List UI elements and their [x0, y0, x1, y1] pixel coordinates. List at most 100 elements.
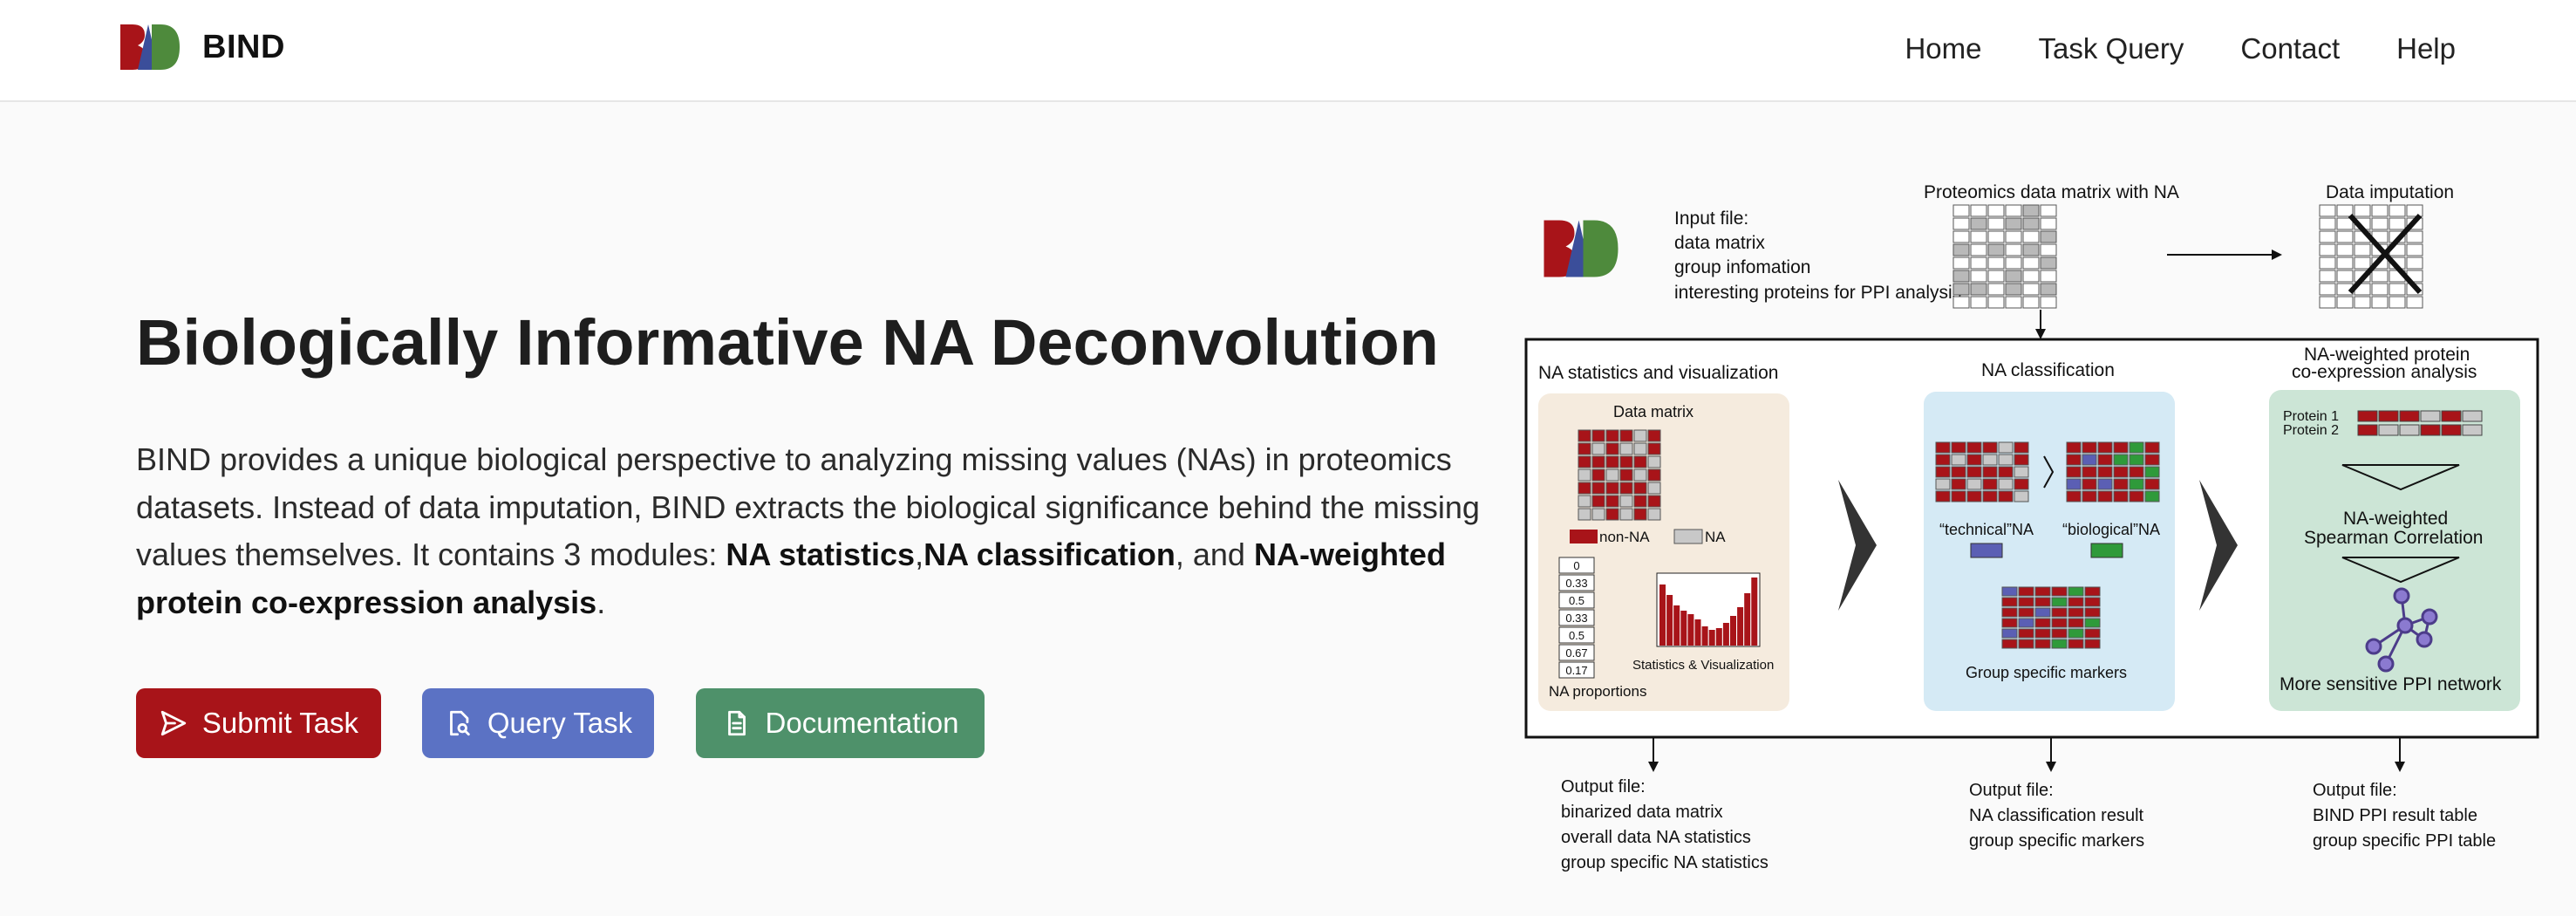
diagram-cell	[1998, 441, 2014, 454]
diagram-cell	[1647, 442, 1661, 455]
na-histogram	[1656, 572, 1761, 647]
diagram-cell	[2441, 410, 2462, 422]
module2-title: NA classification	[1981, 360, 2115, 380]
diagram-cell	[1680, 611, 1687, 646]
diagram-cell	[2354, 243, 2371, 256]
nav-contact[interactable]: Contact	[2240, 24, 2340, 73]
diagram-cell	[1619, 442, 1633, 455]
diagram-cell	[1935, 466, 1951, 478]
diagram-cell	[2034, 586, 2051, 597]
diagram-cell	[2005, 283, 2022, 296]
nav-task-query[interactable]: Task Query	[2039, 24, 2184, 73]
diagram-cell	[2005, 256, 2022, 270]
diagram-cell	[1633, 508, 1647, 521]
diagram-cell	[1737, 607, 1744, 646]
diagram-cell	[2018, 597, 2034, 607]
protein1-label: Protein 1	[2283, 409, 2339, 424]
diagram-cell	[1647, 482, 1661, 495]
documentation-button[interactable]: Documentation	[696, 688, 985, 758]
diagram-cell	[1935, 441, 1951, 454]
diagram-cell	[2462, 424, 2483, 436]
diagram-cell	[1647, 429, 1661, 442]
diagram-cell	[2144, 441, 2160, 454]
diagram-cell	[1647, 455, 1661, 468]
diagram-cell	[1987, 296, 2005, 309]
brand[interactable]: BIND	[119, 23, 285, 72]
diagram-cell	[2022, 256, 2040, 270]
diagram-cell	[2005, 243, 2022, 256]
diagram-cell	[2144, 454, 2160, 466]
diagram-cell	[1970, 243, 1987, 256]
diagram-cell	[2406, 243, 2423, 256]
correlation-label: NA-weighted	[2343, 509, 2448, 529]
imputation-matrix	[2319, 204, 2423, 309]
diagram-cell	[2014, 478, 2029, 490]
diagram-cell	[1619, 468, 1633, 482]
diagram-cell	[2113, 490, 2129, 502]
diagram-cell	[2001, 597, 2018, 607]
diagram-cell	[2319, 204, 2336, 217]
submit-task-button[interactable]: Submit Task	[136, 688, 381, 758]
diagram-cell	[1952, 243, 1970, 256]
brand-name: BIND	[202, 28, 285, 65]
diagram-cell	[2441, 424, 2462, 436]
diagram-cell	[2022, 296, 2040, 309]
diagram-cell	[2066, 478, 2082, 490]
diagram-cell	[2406, 230, 2423, 243]
diagram-cell	[2005, 296, 2022, 309]
diagram-cell	[2034, 618, 2051, 628]
diagram-cell	[2068, 607, 2084, 618]
diagram-cell	[2068, 586, 2084, 597]
diagram-cell	[2051, 607, 2068, 618]
diagram-cell	[2319, 217, 2336, 230]
diagram-cell	[1633, 455, 1647, 468]
diagram-cell	[1619, 455, 1633, 468]
diagram-cell	[1619, 495, 1633, 508]
diagram-cell	[1619, 508, 1633, 521]
diagram-cell	[2040, 243, 2057, 256]
diagram-cell	[2034, 597, 2051, 607]
submit-task-label: Submit Task	[201, 707, 359, 739]
module1-title: NA statistics and visualization	[1538, 363, 1778, 383]
proportion-value: 0.33	[1565, 612, 1587, 625]
diagram-cell	[2001, 639, 2018, 649]
diagram-cell	[2371, 217, 2389, 230]
diagram-cell	[1591, 508, 1605, 521]
group-markers-label: Group specific markers	[1966, 664, 2127, 681]
diagram-cell	[1982, 490, 1998, 502]
diagram-cell	[2319, 256, 2336, 270]
correlation-label: Spearman Correlation	[2304, 528, 2483, 548]
nav-help[interactable]: Help	[2396, 24, 2456, 73]
diagram-cell	[2354, 296, 2371, 309]
diagram-cell	[1605, 442, 1619, 455]
diagram-cell	[2319, 230, 2336, 243]
diagram-cell	[1578, 495, 1591, 508]
diagram-cell	[2022, 270, 2040, 283]
diagram-cell	[2406, 204, 2423, 217]
diagram-cell	[1935, 478, 1951, 490]
diagram-cell	[2014, 490, 2029, 502]
nav-home[interactable]: Home	[1905, 24, 1981, 73]
diagram-cell	[2336, 296, 2354, 309]
na-proportions-label: NA proportions	[1549, 683, 1646, 700]
diagram-cell	[1982, 478, 1998, 490]
diagram-cell	[1578, 442, 1591, 455]
diagram-cell	[2319, 243, 2336, 256]
diagram-cell	[1970, 217, 1987, 230]
query-task-button[interactable]: Query Task	[422, 688, 654, 758]
diagram-cell	[1578, 468, 1591, 482]
diagram-cell	[1687, 614, 1694, 646]
diagram-cell	[2001, 607, 2018, 618]
diagram-cell	[1987, 217, 2005, 230]
diagram-cell	[2005, 217, 2022, 230]
diagram-cell	[2040, 230, 2057, 243]
output3-line: group specific PPI table	[2313, 831, 2496, 851]
diagram-cell	[1951, 466, 1966, 478]
diagram-cell	[1987, 230, 2005, 243]
diagram-cell	[1666, 595, 1673, 646]
diagram-cell	[2097, 454, 2113, 466]
diagram-cell	[2022, 230, 2040, 243]
diagram-cell	[1715, 628, 1722, 646]
diagram-cell	[1970, 256, 1987, 270]
diagram-cell	[1619, 482, 1633, 495]
